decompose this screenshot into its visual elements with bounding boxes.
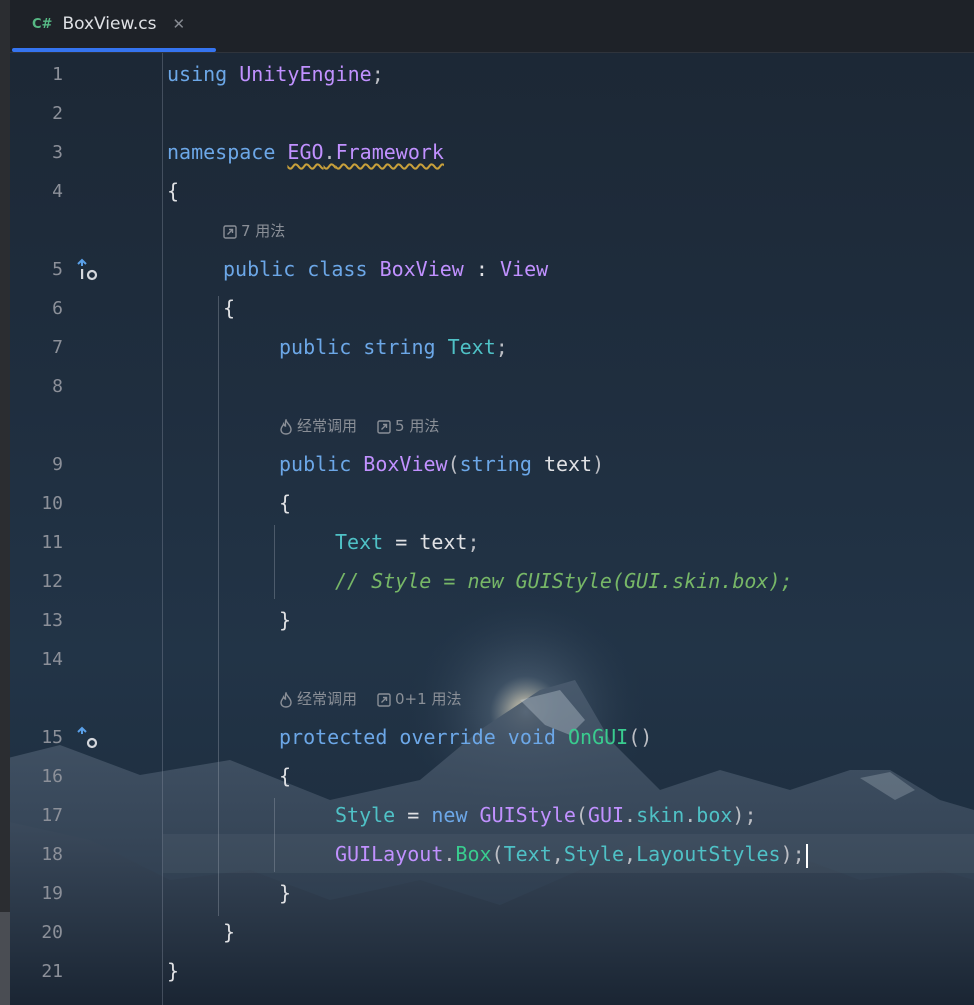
code-line[interactable]: 1 using UnityEngine; <box>10 55 974 94</box>
code-line[interactable]: 19 } <box>10 874 974 913</box>
code-line[interactable]: 5 public class BoxView : View <box>10 250 974 289</box>
override-icon[interactable] <box>76 725 100 755</box>
line-number[interactable]: 21 <box>10 952 63 991</box>
code-line[interactable]: 15 protected override void OnGUI() <box>10 718 974 757</box>
frequent-call-hint[interactable]: 经常调用 <box>279 680 357 719</box>
tab-boxview-cs[interactable]: C# BoxView.cs ✕ <box>12 0 216 48</box>
line-number[interactable]: 14 <box>10 640 63 679</box>
line-number[interactable]: 15 <box>10 718 63 757</box>
code-line[interactable]: 14 <box>10 640 974 679</box>
code-line[interactable]: 21 } <box>10 952 974 991</box>
usages-count-hint[interactable]: 0+1 用法 <box>377 680 461 719</box>
left-edge-panel <box>0 0 10 1005</box>
code-line[interactable]: 13 } <box>10 601 974 640</box>
code-line[interactable]: 20 } <box>10 913 974 952</box>
line-number[interactable]: 12 <box>10 562 63 601</box>
line-number[interactable]: 20 <box>10 913 63 952</box>
code-line[interactable]: 3 namespace EGO.Framework <box>10 133 974 172</box>
ctor-hints[interactable]: 经常调用 5 用法 <box>279 407 459 446</box>
active-tab-indicator <box>12 48 216 52</box>
line-number[interactable]: 5 <box>10 250 63 289</box>
usages-icon <box>377 692 391 707</box>
usages-hint[interactable]: 7 用法 <box>223 212 305 251</box>
line-number[interactable]: 1 <box>10 55 63 94</box>
code-line[interactable]: 8 <box>10 367 974 406</box>
code-line[interactable]: 4 { <box>10 172 974 211</box>
line-number[interactable]: 10 <box>10 484 63 523</box>
line-number[interactable]: 19 <box>10 874 63 913</box>
code-line[interactable]: 10 { <box>10 484 974 523</box>
usages-icon <box>223 224 237 239</box>
code-editor[interactable]: 1 using UnityEngine; 2 3 namespace EGO.F… <box>10 53 974 1005</box>
line-number[interactable]: 13 <box>10 601 63 640</box>
fire-icon <box>280 418 292 435</box>
line-number[interactable]: 2 <box>10 94 63 133</box>
line-number[interactable]: 17 <box>10 796 63 835</box>
code-line[interactable]: 2 <box>10 94 974 133</box>
tab-title: BoxView.cs <box>62 14 157 34</box>
implemented-icon[interactable] <box>76 257 100 287</box>
line-number[interactable]: 7 <box>10 328 63 367</box>
csharp-file-icon: C# <box>32 16 53 32</box>
line-number[interactable]: 3 <box>10 133 63 172</box>
left-scrollbar-stub[interactable] <box>0 912 10 1005</box>
line-number[interactable]: 4 <box>10 172 63 211</box>
line-number[interactable]: 9 <box>10 445 63 484</box>
code-line[interactable]: 9 public BoxView(string text) <box>10 445 974 484</box>
usages-icon <box>377 419 391 434</box>
line-number[interactable]: 6 <box>10 289 63 328</box>
line-number[interactable]: 8 <box>10 367 63 406</box>
close-icon[interactable]: ✕ <box>172 15 185 33</box>
code-comment: // Style = new GUIStyle(GUI.skin.box); <box>335 569 793 593</box>
code-line[interactable]: 18 GUILayout.Box(Text,Style,LayoutStyles… <box>10 835 974 874</box>
line-number[interactable]: 18 <box>10 835 63 874</box>
editor-tab-bar: C# BoxView.cs ✕ <box>10 0 974 53</box>
code-line[interactable]: 7 public string Text; <box>10 328 974 367</box>
usages-count-hint[interactable]: 5 用法 <box>377 407 439 446</box>
code-line[interactable]: 17 Style = new GUIStyle(GUI.skin.box); <box>10 796 974 835</box>
usages-count-hint[interactable]: 7 用法 <box>223 212 285 251</box>
fire-icon <box>280 691 292 708</box>
code-line[interactable]: 11 Text = text; <box>10 523 974 562</box>
line-number[interactable]: 11 <box>10 523 63 562</box>
code-line[interactable]: 12 // Style = new GUIStyle(GUI.skin.box)… <box>10 562 974 601</box>
code-line[interactable]: 6 { <box>10 289 974 328</box>
ongui-hints[interactable]: 经常调用 0+1 用法 <box>279 680 481 719</box>
text-caret <box>805 843 808 868</box>
frequent-call-hint[interactable]: 经常调用 <box>279 407 357 446</box>
code-line[interactable]: 16 { <box>10 757 974 796</box>
line-number[interactable]: 16 <box>10 757 63 796</box>
